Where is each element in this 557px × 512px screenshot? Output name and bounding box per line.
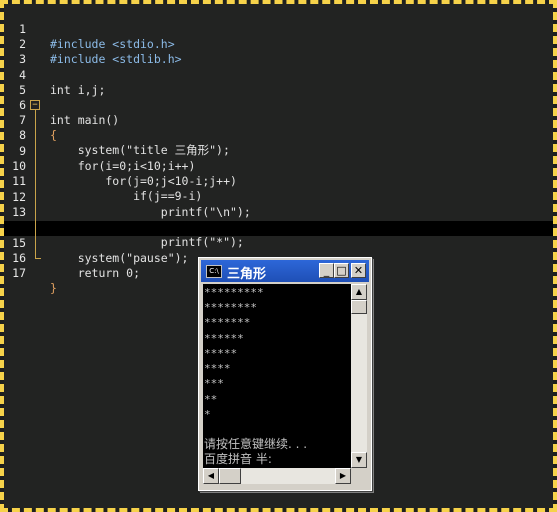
scroll-thumb-horizontal[interactable] xyxy=(219,468,241,484)
code-line[interactable]: 8 system("title 三角形"); xyxy=(4,113,553,157)
console-line: **** xyxy=(204,362,231,375)
console-app-icon[interactable]: C:\ xyxy=(206,265,222,278)
code-line[interactable]: 14 printf("*"); xyxy=(4,205,553,249)
horizontal-scrollbar[interactable]: ◀ ▶ xyxy=(203,468,351,484)
code-line[interactable]: 1 #include <stdio.h> xyxy=(4,7,553,51)
console-output[interactable]: ********* ******** ******* ****** ***** … xyxy=(203,284,351,468)
console-line: ****** xyxy=(204,332,244,345)
console-line: * xyxy=(204,408,211,421)
code-line[interactable]: 9 for(i=0;i<10;i++) xyxy=(4,129,553,173)
code-text: return 0; xyxy=(50,266,141,280)
code-line[interactable]: 10 for(j=0;j<10-i;j++) xyxy=(4,144,553,188)
console-line: ******** xyxy=(204,301,257,314)
maximize-button[interactable]: □ xyxy=(334,263,349,278)
code-line-current[interactable]: 15 system("pause"); xyxy=(4,221,553,265)
console-prompt: 请按任意键继续. . . xyxy=(204,437,308,451)
console-line: ******* xyxy=(204,316,251,329)
code-line[interactable]: 2 #include <stdlib.h> xyxy=(4,22,553,66)
code-line[interactable]: 13 else xyxy=(4,190,553,234)
fold-guide xyxy=(35,107,36,259)
fold-collapse-icon[interactable]: − xyxy=(30,100,40,110)
ime-status: 百度拼音 半: xyxy=(204,452,272,466)
console-titlebar[interactable]: C:\ 三角形 _ □ ✕ xyxy=(201,260,369,282)
code-line[interactable]: 11 if(j==9-i) xyxy=(4,159,553,203)
code-line[interactable]: 6 int main() xyxy=(4,83,553,127)
console-line: *** xyxy=(204,377,224,390)
console-line: ***** xyxy=(204,347,238,360)
vertical-scrollbar[interactable]: ▲ ▼ xyxy=(351,284,367,468)
resize-grip[interactable] xyxy=(351,468,367,484)
console-window[interactable]: C:\ 三角形 _ □ ✕ ********* ******** *******… xyxy=(198,257,372,491)
console-line: ********* xyxy=(204,286,264,299)
scroll-down-button[interactable]: ▼ xyxy=(351,452,367,468)
code-line[interactable]: 7 { xyxy=(4,98,553,142)
code-line[interactable]: 16 return 0; xyxy=(4,236,553,280)
console-line: ** xyxy=(204,393,218,406)
line-number: 17 xyxy=(12,266,26,280)
console-title: 三角形 xyxy=(227,267,267,282)
scroll-up-button[interactable]: ▲ xyxy=(351,284,367,300)
close-button[interactable]: ✕ xyxy=(351,263,366,278)
code-line[interactable]: 5 xyxy=(4,68,553,97)
scroll-right-button[interactable]: ▶ xyxy=(335,468,351,484)
code-line[interactable]: 12 printf("\n"); xyxy=(4,175,553,219)
code-line[interactable]: 4 int i,j; xyxy=(4,53,553,97)
scroll-thumb-vertical[interactable] xyxy=(351,300,367,314)
fold-guide-end xyxy=(35,258,41,259)
scroll-left-button[interactable]: ◀ xyxy=(203,468,219,484)
code-text: } xyxy=(50,281,57,295)
minimize-button[interactable]: _ xyxy=(319,263,334,278)
code-line[interactable]: 3 xyxy=(4,37,553,66)
